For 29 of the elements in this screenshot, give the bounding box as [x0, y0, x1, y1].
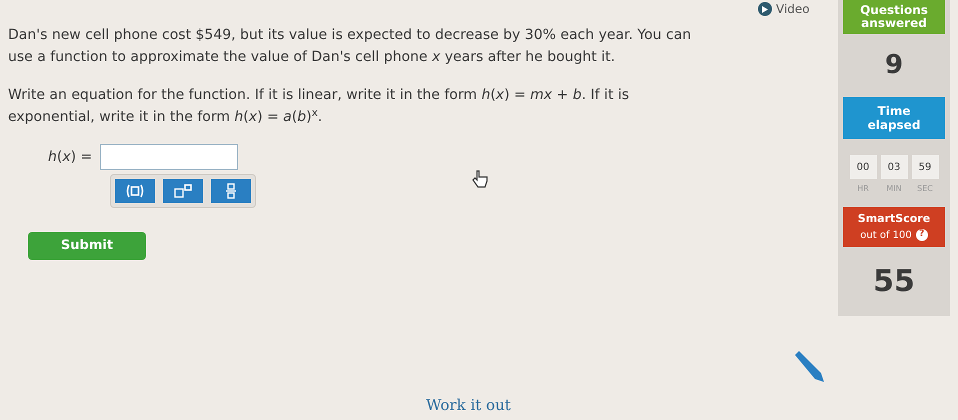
keypad-button[interactable]: [163, 179, 203, 203]
timer-value: 03: [880, 155, 908, 179]
timer-value: 00: [850, 155, 876, 179]
parentheses-icon: [125, 184, 145, 198]
answer-field[interactable]: [100, 144, 238, 170]
pencil-icon: [792, 350, 826, 384]
play-icon[interactable]: [758, 2, 772, 16]
submit-button[interactable]: Submit: [28, 232, 146, 260]
pointer-hand-icon: [472, 170, 488, 188]
exponent-icon: [173, 184, 193, 198]
work-it-out-link[interactable]: Work it out: [426, 394, 511, 416]
smartscore-title: SmartScore: [858, 211, 930, 227]
timer-unit: MIN: [886, 183, 902, 195]
fraction-icon: [226, 183, 236, 199]
timer-value: 59: [912, 155, 938, 179]
function-label: h(x) =: [48, 148, 92, 166]
keypad-button[interactable]: [211, 179, 251, 203]
time-elapsed-header: Time elapsed: [843, 97, 945, 139]
smartscore-value: 55: [873, 262, 915, 300]
keypad-button[interactable]: [115, 179, 155, 203]
video-link[interactable]: Video: [776, 0, 810, 18]
question-instruction: Write an equation for the function. If it is linear, write it in the form h(x) = mx + b. If it is exponential, write it in the form h(x) = a(b)$^{x}$.: [8, 86, 630, 127]
question-text: Dan's new cell phone cost $549, but its value is expected to decrease by 30% each year. You can use a function to approximate the value of Dan's cell phone x years after he bought it.: [8, 26, 692, 67]
timer-unit: SEC: [917, 183, 933, 195]
questions-answered-header: Questions answered: [843, 0, 945, 34]
questions-answered-count: 9: [884, 49, 904, 82]
help-button[interactable]: ?: [916, 229, 928, 241]
timer-unit: HR: [857, 183, 869, 195]
smartscore-subtitle: out of 100: [860, 228, 912, 242]
